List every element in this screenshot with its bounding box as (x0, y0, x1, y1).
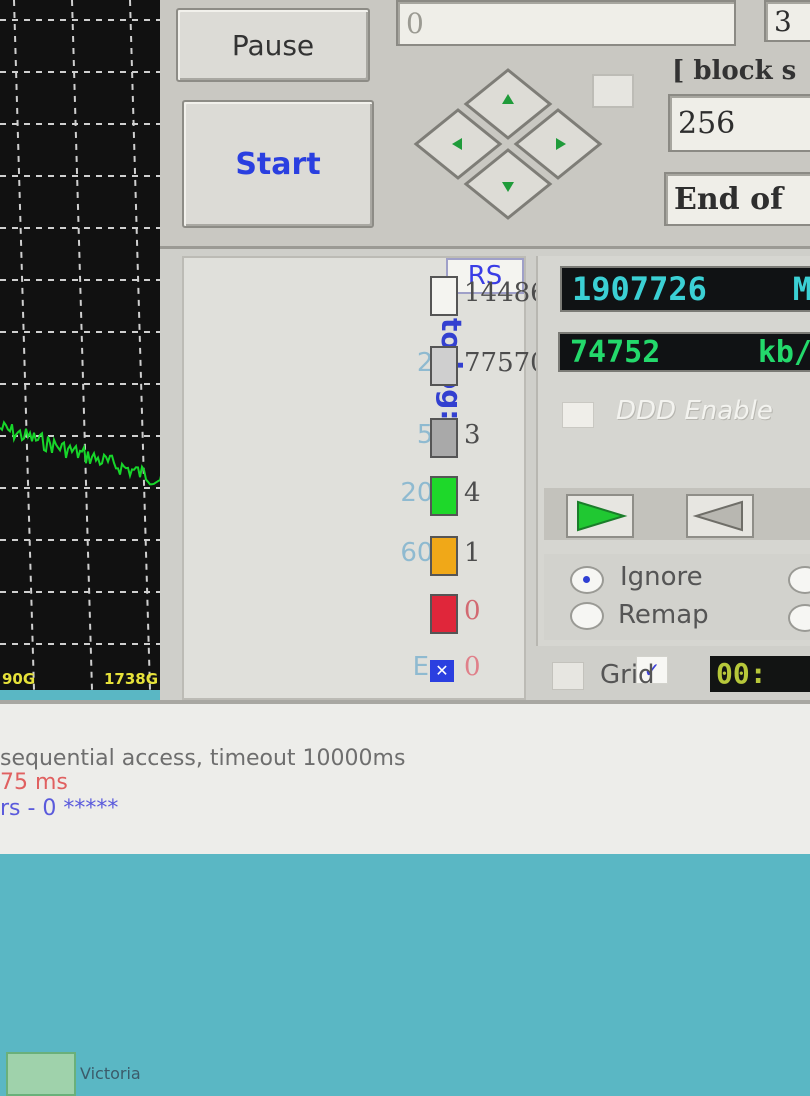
grid-line-vertical (129, 0, 151, 690)
ddd-enable-label: DDD Enable (616, 396, 773, 426)
legend-count: 0 (464, 596, 481, 626)
speed-value: 74752 (570, 334, 661, 370)
play-backward-icon (692, 500, 743, 532)
graph-x-label-right: 1738G (104, 670, 159, 688)
start-position-field[interactable]: 0 (396, 0, 736, 46)
grid-line-vertical (13, 0, 35, 690)
speed-unit: kb/ (757, 334, 810, 370)
legend-count: 1 (464, 538, 481, 568)
legend-color-swatch (430, 346, 458, 386)
remap-label: Remap (618, 600, 709, 630)
taskbar-app-icon[interactable] (6, 1052, 76, 1096)
log-area[interactable]: sequential access, timeout 10000ms 75 ms… (0, 700, 810, 854)
control-panel: Pause Start 0 3 [ block s 256 End of RS … (160, 0, 810, 700)
legend-color-swatch (430, 276, 458, 316)
ignore-label: Ignore (620, 562, 703, 592)
speed-display: 74752 kb/ (558, 332, 810, 372)
legend-color-swatch (430, 536, 458, 576)
taskbar-label[interactable]: Victoria (80, 1064, 141, 1083)
log-line-2: 75 ms (0, 770, 68, 795)
legend-color-swatch (430, 476, 458, 516)
play-backward-button[interactable] (686, 494, 754, 538)
megabytes-value: 1907726 (572, 270, 707, 308)
graph-x-label-left: 90G (2, 670, 36, 688)
grid-line-vertical (71, 0, 93, 690)
pause-button[interactable]: Pause (176, 8, 370, 82)
direction-pad[interactable] (398, 64, 618, 234)
ignore-radio[interactable] (570, 566, 604, 594)
log-line-3: rs - 0 ***** (0, 796, 119, 821)
end-select[interactable]: End of (664, 172, 810, 226)
legend-color-swatch (430, 594, 458, 634)
toolbar: Pause Start 0 3 [ block s 256 End of (160, 0, 810, 249)
legend-count: 4 (464, 478, 481, 508)
toolbar-checkbox[interactable] (592, 74, 634, 108)
legend-count: 0 (464, 652, 481, 682)
error-icon: ✕ (430, 660, 454, 682)
block-size-field[interactable]: 256 (668, 94, 810, 152)
end-position-field[interactable]: 3 (764, 0, 810, 42)
elapsed-timer: 00: (710, 656, 810, 692)
log-line-1: sequential access, timeout 10000ms (0, 746, 406, 771)
legend-color-swatch (430, 418, 458, 458)
grid-row: Grid 00: (544, 652, 810, 696)
grid-checkbox[interactable] (552, 662, 584, 690)
legend-count: 3 (464, 420, 481, 450)
megabytes-unit: M (793, 270, 810, 308)
start-button[interactable]: Start (182, 100, 374, 228)
grid-label: Grid (600, 660, 655, 690)
ddd-enable-checkbox[interactable] (562, 402, 594, 428)
megabytes-display: 1907726 M (560, 266, 810, 312)
block-size-label: [ block s (672, 56, 797, 86)
remap-radio[interactable] (570, 602, 604, 630)
play-forward-icon (577, 500, 628, 532)
play-forward-button[interactable] (566, 494, 634, 538)
